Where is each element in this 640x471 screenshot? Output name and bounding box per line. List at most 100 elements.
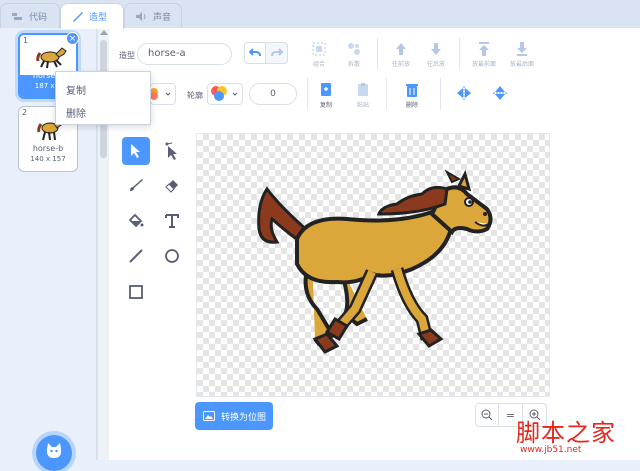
send-to-back-button[interactable]: 放最后面 [507, 41, 537, 68]
tab-costumes[interactable]: 造型 [60, 3, 124, 29]
fill-color-picker[interactable] [150, 83, 176, 105]
toolbar-divider [307, 78, 308, 110]
costume-number: 1 [23, 36, 29, 45]
redo-icon [270, 48, 283, 57]
outline-width-input[interactable]: 0 [249, 83, 297, 105]
context-menu: 复制 删除 [55, 71, 151, 125]
chevron-down-icon [165, 92, 171, 96]
eraser-icon [165, 180, 178, 193]
delete-label: 删除 [405, 102, 418, 109]
toolbar-divider [440, 78, 441, 110]
outline-color-picker[interactable] [207, 83, 243, 105]
reshape-icon [165, 142, 177, 160]
group-button[interactable]: 组合 [304, 41, 334, 68]
bring-to-front-label: 放最前面 [471, 61, 496, 68]
bring-to-front-button[interactable]: 放最前面 [469, 41, 499, 68]
forward-label: 往前放 [391, 61, 410, 68]
horse-thumbnail [36, 47, 67, 69]
toolbar-divider [377, 38, 378, 70]
copy-button[interactable]: 复制 [311, 82, 341, 109]
arrow-bottom-icon [517, 42, 527, 56]
zoom-out-button[interactable] [475, 403, 499, 427]
convert-to-bitmap-button[interactable]: 转换为位图 [195, 402, 273, 430]
select-tool[interactable] [122, 137, 150, 165]
line-tool[interactable] [122, 242, 150, 270]
paintbrush-icon [130, 179, 143, 191]
outline-label: 轮廓 [187, 91, 203, 100]
choose-costume-button[interactable] [36, 435, 72, 471]
circle-tool[interactable] [158, 242, 186, 270]
context-menu-duplicate[interactable]: 复制 [66, 82, 86, 97]
outline-color-swatch [211, 86, 227, 101]
costume-name-label: 造型 [119, 51, 135, 60]
tab-sounds-label: 声音 [153, 12, 172, 23]
group-label: 组合 [312, 61, 325, 68]
tab-code[interactable]: 代码 [0, 3, 60, 28]
ungroup-label: 拆散 [347, 61, 360, 68]
copy-icon [321, 83, 331, 96]
arrow-top-icon [479, 42, 489, 56]
brush-icon [73, 12, 83, 22]
costume-size: 140 x 157 [30, 155, 66, 163]
horse-drawing [257, 169, 493, 354]
reshape-tool[interactable] [158, 137, 186, 165]
flip-vertical-button[interactable] [485, 85, 515, 103]
delete-button[interactable]: 删除 [397, 82, 427, 109]
fill-tool[interactable] [122, 207, 150, 235]
backward-label: 往后放 [426, 61, 445, 68]
rectangle-tool[interactable] [122, 278, 150, 306]
watermark-title: 脚本之家 [516, 419, 616, 447]
text-icon [165, 214, 179, 228]
watermark-url: www.jb51.net [520, 445, 582, 455]
costume-number: 2 [22, 108, 28, 117]
convert-button-label: 转换为位图 [221, 412, 267, 423]
image-icon [203, 411, 215, 421]
undo-button[interactable] [244, 42, 266, 64]
undo-icon [249, 48, 261, 57]
text-tool[interactable] [158, 207, 186, 235]
code-icon [12, 12, 22, 20]
speaker-icon [136, 11, 146, 21]
chevron-down-icon [232, 92, 238, 96]
flip-vertical-icon [493, 86, 507, 100]
ungroup-button[interactable]: 拆散 [339, 41, 369, 68]
drawing-canvas[interactable] [196, 133, 550, 397]
arrow-up-icon [396, 43, 406, 55]
line-icon [129, 249, 143, 263]
toolbar-divider [386, 78, 387, 110]
group-icon [312, 42, 326, 56]
copy-label: 复制 [319, 102, 332, 109]
site-watermark: 脚本之家 www.jb51.net [508, 405, 640, 460]
backward-button[interactable]: 往后放 [421, 41, 451, 68]
fill-color-swatch [151, 88, 158, 100]
paste-icon [358, 83, 368, 96]
flip-horizontal-icon [457, 86, 471, 100]
delete-costume-button[interactable]: × [66, 32, 79, 45]
tab-code-label: 代码 [29, 12, 48, 23]
costume-name: horse-b [32, 144, 64, 153]
tab-costumes-label: 造型 [89, 13, 108, 23]
redo-button[interactable] [266, 42, 288, 64]
arrow-down-icon [431, 43, 441, 55]
send-to-back-label: 放最后面 [509, 61, 534, 68]
paint-bucket-icon [128, 213, 144, 228]
editor-tabs: 代码 造型 声音 [0, 0, 640, 29]
tab-sounds[interactable]: 声音 [124, 3, 182, 28]
scroll-up-arrow-icon[interactable] [100, 30, 108, 35]
paste-button[interactable]: 粘贴 [348, 82, 378, 109]
undo-redo-group [244, 42, 288, 64]
forward-button[interactable]: 往前放 [386, 41, 416, 68]
brush-tool[interactable] [122, 171, 150, 199]
flip-horizontal-button[interactable] [449, 85, 479, 103]
ungroup-icon [348, 43, 360, 55]
cursor-arrow-icon [131, 144, 140, 158]
zoom-out-icon [481, 409, 493, 421]
costume-name-input[interactable]: horse-a [137, 43, 232, 65]
eraser-tool[interactable] [158, 171, 186, 199]
paste-label: 粘贴 [356, 102, 369, 109]
context-menu-delete[interactable]: 删除 [66, 105, 86, 120]
toolbar-divider [459, 38, 460, 70]
trash-icon [406, 84, 418, 97]
rectangle-icon [129, 285, 143, 299]
circle-icon [165, 249, 179, 263]
